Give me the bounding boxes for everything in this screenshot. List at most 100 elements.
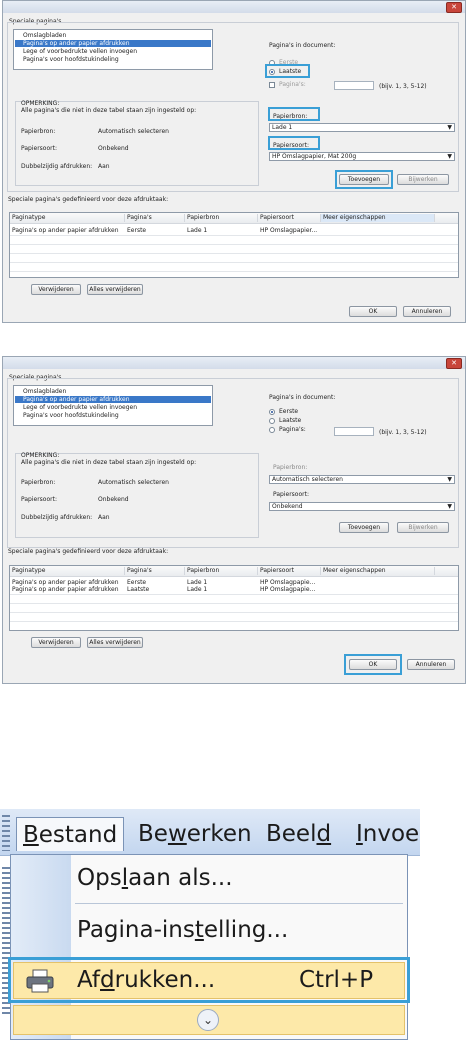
table-row-2-source[interactable]: Lade 1 <box>187 586 207 593</box>
list-item[interactable]: Lege of voorbedrukte vellen invoegen <box>15 48 211 55</box>
highlight-type-label <box>268 136 320 150</box>
type-field-label: Papiersoort: <box>273 491 309 498</box>
col-header-pages[interactable]: Pagina's <box>125 567 185 575</box>
radio-pages[interactable] <box>269 427 275 433</box>
table-row-1-pages[interactable]: Eerste <box>127 227 146 234</box>
paper-source-label: Papierbron: <box>21 128 56 135</box>
table-row-2-paper[interactable]: HP Omslagpapie... <box>260 586 315 593</box>
toolbar-grip <box>2 815 10 851</box>
source-field-label: Papierbron: <box>273 464 308 471</box>
pages-hint: (bijv. 1, 3, 5-12) <box>379 429 427 436</box>
list-item[interactable]: Omslagbladen <box>15 32 211 39</box>
duplex-value: Aan <box>98 163 110 170</box>
menu-beeld[interactable]: Beeld <box>266 817 331 851</box>
col-header-type[interactable]: Papiersoort <box>258 214 321 222</box>
special-pages-dialog-2: ✕ Speciale pagina's Omslagbladen Pagina'… <box>2 356 466 684</box>
highlight-print-item <box>8 957 410 1003</box>
menu-separator <box>75 903 403 904</box>
paper-type-label: Papiersoort: <box>21 145 57 152</box>
table-row-1-type[interactable]: Pagina's op ander papier afdrukken <box>12 227 122 234</box>
col-header-source[interactable]: Papierbron <box>185 214 258 222</box>
row-divider <box>10 262 458 263</box>
row-divider <box>10 235 458 236</box>
highlight-last-radio <box>265 64 310 78</box>
list-item[interactable]: Lege of voorbedrukte vellen invoegen <box>15 404 211 411</box>
radio-last-label: Laatste <box>279 417 302 424</box>
paper-type-value: Onbekend <box>98 496 129 503</box>
menu-invoegen[interactable]: Invoe <box>356 817 419 851</box>
note-text: Alle pagina's die niet in deze tabel sta… <box>21 107 197 114</box>
title-bar <box>3 357 465 369</box>
row-divider <box>10 612 458 613</box>
edit-button[interactable]: Bijwerken <box>397 174 449 185</box>
duplex-value: Aan <box>98 514 110 521</box>
close-icon[interactable]: ✕ <box>446 358 462 369</box>
add-button[interactable]: Toevoegen <box>339 522 389 533</box>
pages-input[interactable] <box>334 427 374 436</box>
special-pages-table[interactable]: Paginatype Pagina's Papierbron Papiersoo… <box>9 565 459 631</box>
paper-type-select[interactable]: HP Omslagpapier, Mat 200g ▼ <box>269 152 455 161</box>
radio-pages-label: Pagina's: <box>279 81 306 88</box>
row-divider <box>10 621 458 622</box>
col-header-pages[interactable]: Pagina's <box>125 214 185 222</box>
col-header-more[interactable]: Meer eigenschappen <box>321 214 435 222</box>
page-type-list[interactable]: Omslagbladen Pagina's op ander papier af… <box>13 29 213 70</box>
col-header-type[interactable]: Papiersoort <box>258 567 321 575</box>
page-type-list[interactable]: Omslagbladen Pagina's op ander papier af… <box>13 385 213 426</box>
menu-bestand[interactable]: Bestand <box>16 817 124 851</box>
close-icon[interactable]: ✕ <box>446 2 462 13</box>
list-item[interactable]: Omslagbladen <box>15 388 211 395</box>
list-item-selected[interactable]: Pagina's op ander papier afdrukken <box>15 396 211 403</box>
delete-button[interactable]: Verwijderen <box>31 284 81 295</box>
double-chevron-down-icon[interactable]: ⌄ <box>197 1009 219 1031</box>
col-header-page-type[interactable]: Paginatype <box>10 567 125 575</box>
table-row-1-paper[interactable]: HP Omslagpapie... <box>260 579 315 586</box>
pages-input[interactable] <box>334 81 374 90</box>
paper-type-select[interactable]: Onbekend ▼ <box>269 502 455 511</box>
radio-pages-label: Pagina's: <box>279 426 306 433</box>
table-row-1-source[interactable]: Lade 1 <box>187 227 207 234</box>
paper-source-value: Automatisch selecteren <box>98 128 169 135</box>
list-item[interactable]: Pagina's voor hoofdstukindeling <box>15 412 211 419</box>
row-divider <box>10 594 458 595</box>
col-header-page-type[interactable]: Paginatype <box>10 214 125 222</box>
ok-button[interactable]: OK <box>349 306 397 317</box>
list-item[interactable]: Pagina's voor hoofdstukindeling <box>15 56 211 63</box>
note-text: Alle pagina's die niet in deze tabel sta… <box>21 459 197 466</box>
special-pages-dialog-1: ✕ Speciale pagina's Omslagbladen Pagina'… <box>2 0 466 323</box>
menu-item-save-as[interactable]: Opslaan als... <box>77 863 233 893</box>
table-row-1-pages[interactable]: Eerste <box>127 579 146 586</box>
row-divider <box>10 253 458 254</box>
paper-source-select[interactable]: Automatisch selecteren ▼ <box>269 475 455 484</box>
duplex-label: Dubbelzijdig afdrukken: <box>21 163 93 170</box>
table-row-1-source[interactable]: Lade 1 <box>187 579 207 586</box>
radio-first[interactable] <box>269 409 275 415</box>
table-caption: Speciale pagina's gedefinieerd voor deze… <box>8 196 169 203</box>
cancel-button[interactable]: Annuleren <box>407 659 455 670</box>
edit-button[interactable]: Bijwerken <box>397 522 449 533</box>
table-row-2-pages[interactable]: Laatste <box>127 586 149 593</box>
pages-in-document-label: Pagina's in document: <box>269 394 336 401</box>
table-row-1-paper[interactable]: HP Omslagpapier... <box>260 227 317 234</box>
delete-button[interactable]: Verwijderen <box>31 637 81 648</box>
cancel-button[interactable]: Annuleren <box>403 306 451 317</box>
radio-last[interactable] <box>269 418 275 424</box>
col-header-more[interactable]: Meer eigenschappen <box>321 567 435 575</box>
highlight-ok-button <box>344 654 402 675</box>
special-pages-table[interactable]: Paginatype Pagina's Papierbron Papiersoo… <box>9 212 459 278</box>
pages-in-document-label: Pagina's in document: <box>269 42 336 49</box>
list-item-selected[interactable]: Pagina's op ander papier afdrukken <box>15 40 211 47</box>
paper-source-select[interactable]: Lade 1 ▼ <box>269 123 455 132</box>
row-divider <box>10 603 458 604</box>
delete-all-button[interactable]: Alles verwijderen <box>87 637 143 648</box>
table-row-1-type[interactable]: Pagina's op ander papier afdrukken <box>12 579 122 586</box>
menu-bewerken[interactable]: Bewerken <box>138 817 252 851</box>
table-row-2-type[interactable]: Pagina's op ander papier afdrukken <box>12 586 122 593</box>
delete-all-button[interactable]: Alles verwijderen <box>87 284 143 295</box>
paper-source-value: Automatisch selecteren <box>98 479 169 486</box>
note-title: OPMERKING: <box>21 100 60 107</box>
menu-item-page-setup[interactable]: Pagina-instelling... <box>77 915 288 945</box>
radio-pages[interactable] <box>269 82 275 88</box>
col-header-source[interactable]: Papierbron <box>185 567 258 575</box>
paper-source-label: Papierbron: <box>21 479 56 486</box>
